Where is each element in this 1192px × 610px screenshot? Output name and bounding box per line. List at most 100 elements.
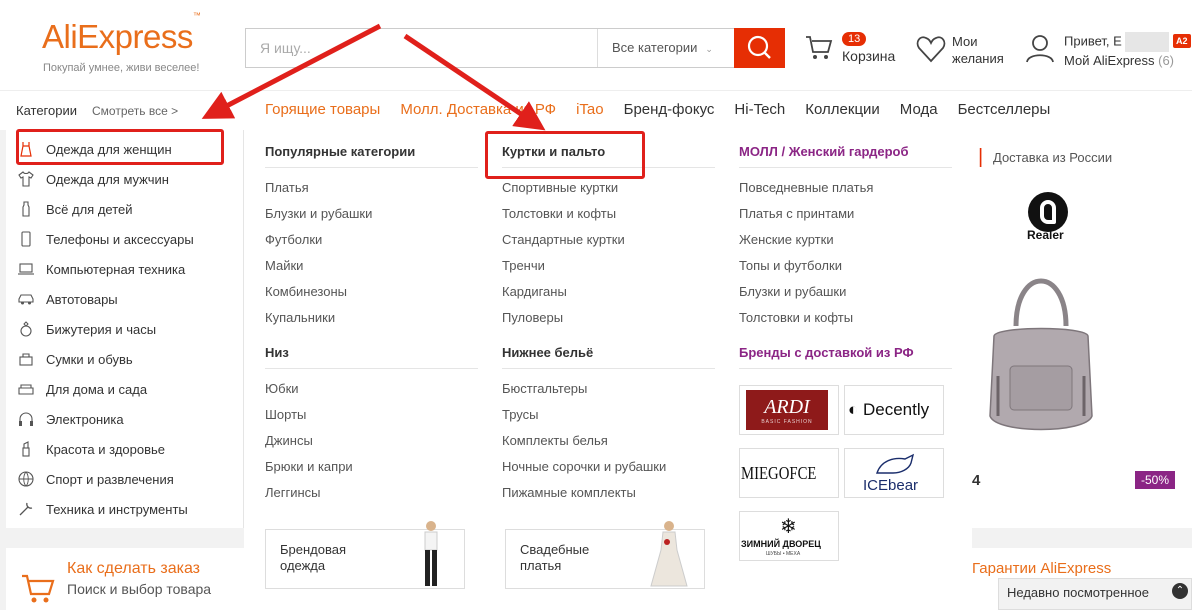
brand-miegofce[interactable]: MIEGOFCE — [739, 448, 839, 498]
cart-label[interactable]: Корзина — [842, 48, 895, 64]
col3-title2[interactable]: Бренды с доставкой из РФ — [739, 345, 914, 360]
menu-link[interactable]: Джинсы — [265, 433, 313, 448]
promo-brand-clothing[interactable]: Брендовая одежда — [265, 521, 465, 589]
menu-link[interactable]: Бюстгальтеры — [502, 381, 587, 396]
sidebar-item-kids[interactable]: Всё для детей — [6, 194, 244, 224]
polar-bear-icon — [876, 453, 915, 474]
menu-link[interactable]: Спортивные куртки — [502, 180, 618, 195]
how-to-order-banner[interactable]: Как сделать заказ Поиск и выбор товара — [6, 548, 244, 610]
account-level-badge: A2 — [1173, 34, 1191, 48]
brand-icebear[interactable]: ICEbear — [844, 448, 944, 498]
tagline: Покупай умнее, живи веселее! — [43, 62, 200, 74]
brand-ardi[interactable]: ARDI BASIC FASHION — [739, 385, 839, 435]
nav-link-fashion[interactable]: Мода — [900, 101, 938, 118]
sidebar-item-tools[interactable]: Техника и инструменты — [6, 494, 244, 524]
header: AliExpress™ Покупай умнее, живи веселее!… — [0, 0, 1192, 90]
divider — [739, 368, 952, 369]
nav-link-itao[interactable]: iTao — [576, 101, 604, 118]
nav-link-hi-tech[interactable]: Hi-Tech — [734, 101, 785, 118]
menu-link[interactable]: Платья с принтами — [739, 206, 854, 221]
nav-link-hot-deals[interactable]: Горящие товары — [265, 101, 380, 118]
annotation-box-women — [16, 129, 224, 165]
product-panel: | Доставка из России Realer 4 -50% — [972, 130, 1192, 528]
brand-decently[interactable]: ◐ Decently — [844, 385, 944, 435]
cart-icon[interactable] — [804, 32, 834, 67]
menu-link[interactable]: Пуловеры — [502, 310, 563, 325]
account-link[interactable]: Привет, E Мой AliExpress (6) — [1064, 32, 1174, 70]
heart-icon[interactable] — [916, 35, 946, 68]
user-icon[interactable] — [1024, 32, 1056, 69]
col2-title2[interactable]: Нижнее бельё — [502, 345, 593, 360]
handbag-image[interactable] — [986, 266, 1096, 441]
sidebar-item-jewelry[interactable]: Бижутерия и часы — [6, 314, 244, 344]
promo-wedding-dresses[interactable]: Свадебные платья — [505, 521, 705, 589]
delivery-from-russia[interactable]: Доставка из России — [993, 150, 1112, 165]
menu-link[interactable]: Блузки и рубашки — [265, 206, 372, 221]
search-icon — [747, 35, 771, 59]
menu-link[interactable]: Толстовки и кофты — [502, 206, 616, 221]
sidebar-item-phones[interactable]: Телефоны и аксессуары — [6, 224, 244, 254]
sidebar-item-auto[interactable]: Автотовары — [6, 284, 244, 314]
cart-count-badge: 13 — [842, 32, 867, 46]
search-input[interactable]: Я ищу... — [260, 40, 311, 56]
tools-icon — [19, 502, 33, 516]
aliexpress-logo[interactable]: AliExpress™ — [42, 11, 201, 56]
search-bar: Я ищу... Все категории ⌄ — [245, 28, 785, 68]
miegofce-logo: MIEGOFCE — [741, 463, 817, 483]
baby-bottle-icon — [22, 201, 30, 217]
menu-link[interactable]: Леггинсы — [265, 485, 321, 500]
menu-link[interactable]: Стандартные куртки — [502, 232, 625, 247]
menu-link[interactable]: Платья — [265, 180, 309, 195]
menu-link[interactable]: Тренчи — [502, 258, 545, 273]
menu-link[interactable]: Кардиганы — [502, 284, 567, 299]
sidebar-item-electronics[interactable]: Электроника — [6, 404, 244, 434]
menu-link[interactable]: Комбинезоны — [265, 284, 347, 299]
sidebar-item-computers[interactable]: Компьютерная техника — [6, 254, 244, 284]
menu-link[interactable]: Женские куртки — [739, 232, 834, 247]
nav-link-collections[interactable]: Коллекции — [805, 101, 880, 118]
chevron-up-icon[interactable]: ⌃ — [1172, 583, 1188, 599]
divider — [265, 167, 478, 168]
menu-link[interactable]: Юбки — [265, 381, 299, 396]
nav-link-mall[interactable]: Молл. Доставка из РФ — [400, 101, 556, 118]
col1-title2[interactable]: Низ — [265, 345, 289, 360]
col1-title[interactable]: Популярные категории — [265, 144, 415, 159]
wishlist-link[interactable]: Мои желания — [952, 33, 1004, 67]
sidebar-item-men[interactable]: Одежда для мужчин — [6, 164, 244, 194]
see-all-link[interactable]: Смотреть все > — [92, 104, 178, 118]
car-icon — [18, 294, 34, 305]
sidebar-item-bags[interactable]: Сумки и обувь — [6, 344, 244, 374]
lipstick-icon — [22, 441, 30, 457]
menu-link[interactable]: Купальники — [265, 310, 335, 325]
recently-viewed-bar[interactable]: Недавно посмотренное ⌃ — [998, 578, 1192, 610]
ardi-logo: ARDI BASIC FASHION — [746, 390, 828, 430]
nav-link-brand-focus[interactable]: Бренд-фокус — [624, 101, 715, 118]
search-category-select[interactable]: Все категории ⌄ — [597, 29, 736, 67]
sidebar-item-sport[interactable]: Спорт и развлечения — [6, 464, 244, 494]
menu-link[interactable]: Повседневные платья — [739, 180, 873, 195]
menu-link[interactable]: Ночные сорочки и рубашки — [502, 459, 666, 474]
menu-link[interactable]: Топы и футболки — [739, 258, 842, 273]
menu-link[interactable]: Толстовки и кофты — [739, 310, 853, 325]
search-button[interactable] — [734, 28, 785, 68]
menu-link[interactable]: Шорты — [265, 407, 306, 422]
menu-link[interactable]: Блузки и рубашки — [739, 284, 846, 299]
sidebar-item-home[interactable]: Для дома и сада — [6, 374, 244, 404]
sofa-icon — [18, 384, 34, 395]
menu-link[interactable]: Майки — [265, 258, 303, 273]
menu-link[interactable]: Комплекты белья — [502, 433, 608, 448]
menu-link[interactable]: Пижамные комплекты — [502, 485, 636, 500]
menu-link[interactable]: Трусы — [502, 407, 539, 422]
col3-title[interactable]: МОЛЛ / Женский гардероб — [739, 144, 909, 159]
menu-link[interactable]: Брюки и капри — [265, 459, 353, 474]
nav-link-bestsellers[interactable]: Бестселлеры — [958, 101, 1051, 118]
bride-figure-icon — [650, 521, 688, 587]
sidebar-item-beauty[interactable]: Красота и здоровье — [6, 434, 244, 464]
divider — [502, 368, 715, 369]
username-blur — [1125, 32, 1170, 52]
menu-link[interactable]: Футболки — [265, 232, 322, 247]
model-figure-icon — [424, 521, 438, 586]
phone-icon — [21, 231, 31, 247]
brand-zimniy-dvorets[interactable]: ❄ ЗИМНИЙ ДВОРЕЦ ШУБЫ • МЕХА — [739, 511, 839, 561]
mega-menu: Популярные категории Платья Блузки и руб… — [244, 130, 972, 610]
